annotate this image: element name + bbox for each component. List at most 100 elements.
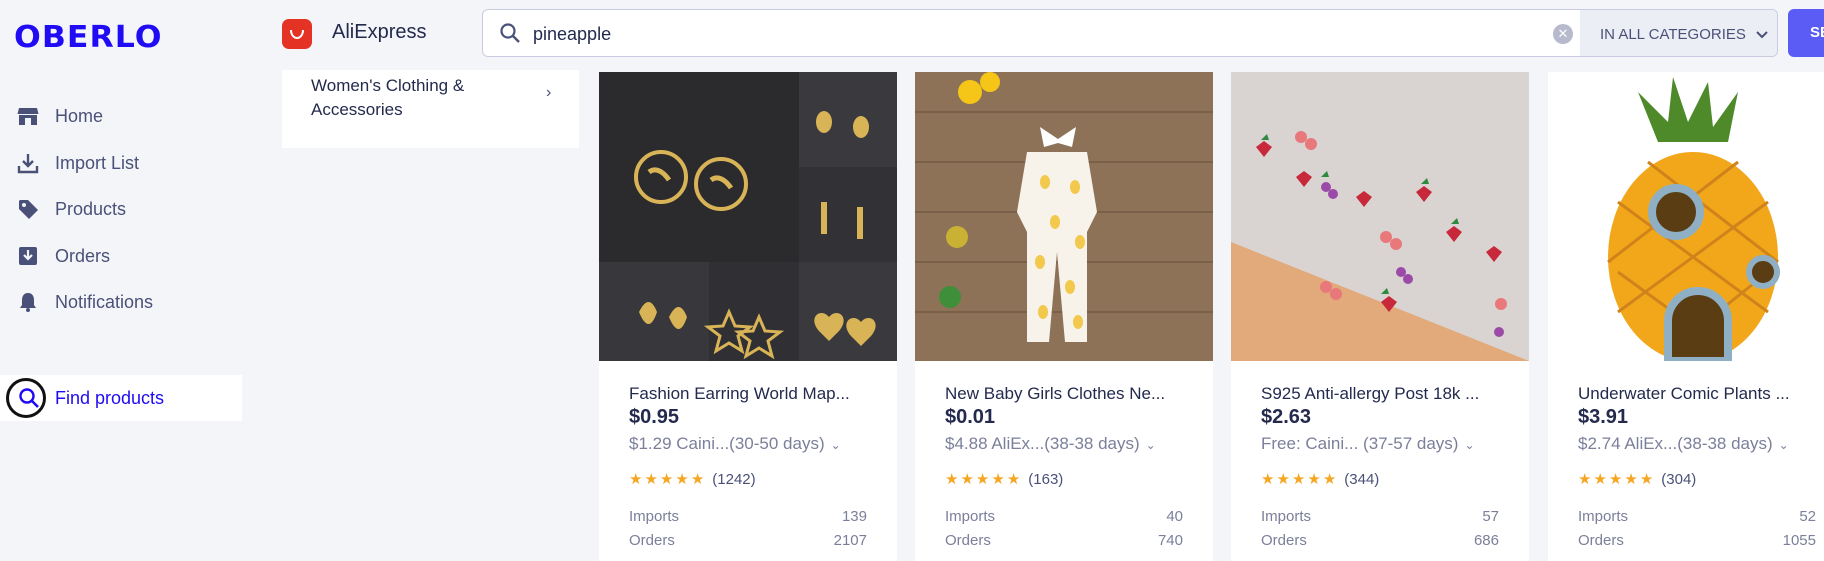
sidebar-item-label: Orders [55,245,111,266]
category-item-womens-clothing[interactable]: Women's Clothing & Accessories [311,74,521,122]
category-panel: Women's Clothing & Accessories › [282,70,579,148]
store-icon [16,104,40,128]
product-card[interactable]: Fashion Earring World Map... $0.95 $1.29… [599,72,897,561]
imports-value: 40 [1166,508,1183,525]
star-icon: ★ [629,471,643,488]
product-price: $2.63 [1261,406,1312,428]
product-card[interactable]: Underwater Comic Plants ... $3.91 $2.74 … [1548,72,1824,561]
tag-icon [16,197,40,221]
rating: ★ ★ ★ ★ ★ (344) [1261,470,1380,489]
orders-value: 740 [1157,532,1183,549]
search-icon [17,386,41,410]
star-icon: ★ [1639,471,1654,488]
imports-row: Imports 57 [1261,508,1499,525]
sidebar-item-label: Import List [55,152,140,173]
sidebar-item-label: Products [55,198,127,219]
star-icon: ★ [960,471,974,488]
product-title[interactable]: Underwater Comic Plants ... [1578,384,1790,404]
category-select[interactable]: IN ALL CATEGORIES [1580,10,1777,56]
star-icon: ★ [1307,471,1321,488]
shipping-label: Free: Caini... (37-57 days) [1261,434,1459,453]
product-price: $0.01 [945,406,996,428]
imports-value: 52 [1799,508,1816,525]
product-image[interactable] [1548,72,1824,361]
chevron-down-icon: ⌄ [1464,438,1475,452]
orders-label: Orders [1578,532,1624,549]
search-bar: pineapple ✕ IN ALL CATEGORIES [482,9,1778,57]
star-icon: ★ [1322,471,1337,488]
product-image[interactable] [599,72,897,361]
star-icon: ★ [991,471,1005,488]
sidebar-item-find-products[interactable]: Find products [0,375,242,421]
sidebar-item-home[interactable]: Home [0,96,250,136]
sidebar-item-import-list[interactable]: Import List [0,143,250,183]
chevron-down-icon: ⌄ [830,438,841,452]
sidebar-item-orders[interactable]: Orders [0,236,250,276]
shipping-label: $1.29 Caini...(30-50 days) [629,434,825,453]
product-title[interactable]: Fashion Earring World Map... [629,384,850,404]
imports-label: Imports [945,508,996,525]
orders-value: 1055 [1782,532,1816,549]
product-title[interactable]: New Baby Girls Clothes Ne... [945,384,1165,404]
orders-row: Orders 1055 [1578,532,1816,549]
star-icon: ★ [1291,471,1306,488]
chevron-down-icon [1756,26,1768,43]
search-button[interactable]: SE [1788,9,1824,57]
review-count: (344) [1344,470,1380,488]
orders-row: Orders 740 [945,532,1183,549]
orders-value: 2107 [833,532,867,549]
chevron-down-icon: ⌄ [1778,438,1789,452]
aliexpress-logo-icon [282,19,312,49]
product-image[interactable] [915,72,1213,361]
product-image[interactable] [1231,72,1529,361]
sidebar-item-label: Find products [55,387,165,408]
bell-icon [16,290,40,314]
sidebar: OBERLO Home Import List Products Orders … [0,0,250,561]
chevron-right-icon[interactable]: › [546,84,551,102]
product-price: $3.91 [1578,406,1629,428]
star-icon: ★ [1006,471,1021,488]
shipping-select[interactable]: Free: Caini... (37-57 days) ⌄ [1261,434,1475,454]
review-count: (1242) [712,470,756,488]
imports-row: Imports 52 [1578,508,1816,525]
star-icon: ★ [1578,471,1592,488]
review-count: (163) [1028,470,1064,488]
shipping-select[interactable]: $2.74 AliEx...(38-38 days) ⌄ [1578,434,1789,454]
review-count: (304) [1661,470,1697,488]
shipping-select[interactable]: $4.88 AliEx...(38-38 days) ⌄ [945,434,1156,454]
orders-row: Orders 2107 [629,532,867,549]
star-icon: ★ [1276,471,1290,488]
orders-label: Orders [1261,532,1307,549]
orders-label: Orders [945,532,991,549]
star-icon: ★ [644,471,658,488]
shipping-select[interactable]: $1.29 Caini...(30-50 days) ⌄ [629,434,841,454]
imports-label: Imports [1261,508,1312,525]
rating: ★ ★ ★ ★ ★ (304) [1578,470,1697,489]
orders-value: 686 [1473,532,1499,549]
product-price: $0.95 [629,406,680,428]
marketplace-title: AliExpress [332,21,427,43]
sidebar-item-label: Notifications [55,291,154,312]
orders-row: Orders 686 [1261,532,1499,549]
search-input[interactable]: pineapple [533,24,611,45]
star-icon: ★ [945,471,959,488]
imports-label: Imports [1578,508,1629,525]
imports-value: 57 [1482,508,1499,525]
chevron-down-icon: ⌄ [1145,438,1156,452]
star-icon: ★ [975,471,990,488]
sidebar-item-notifications[interactable]: Notifications [0,282,250,322]
orders-label: Orders [629,532,675,549]
rating: ★ ★ ★ ★ ★ (1242) [629,470,756,489]
shipping-label: $4.88 AliEx...(38-38 days) [945,434,1140,453]
inbox-download-icon [16,244,40,268]
product-title[interactable]: S925 Anti-allergy Post 18k ... [1261,384,1479,404]
star-icon: ★ [690,471,705,488]
star-icon: ★ [1261,471,1275,488]
product-card[interactable]: S925 Anti-allergy Post 18k ... $2.63 Fre… [1231,72,1529,561]
oberlo-logo[interactable]: OBERLO [14,20,163,55]
imports-value: 139 [841,508,867,525]
product-card[interactable]: New Baby Girls Clothes Ne... $0.01 $4.88… [915,72,1213,561]
sidebar-item-products[interactable]: Products [0,189,250,229]
star-icon: ★ [1593,471,1607,488]
clear-search-icon[interactable]: ✕ [1553,24,1573,44]
